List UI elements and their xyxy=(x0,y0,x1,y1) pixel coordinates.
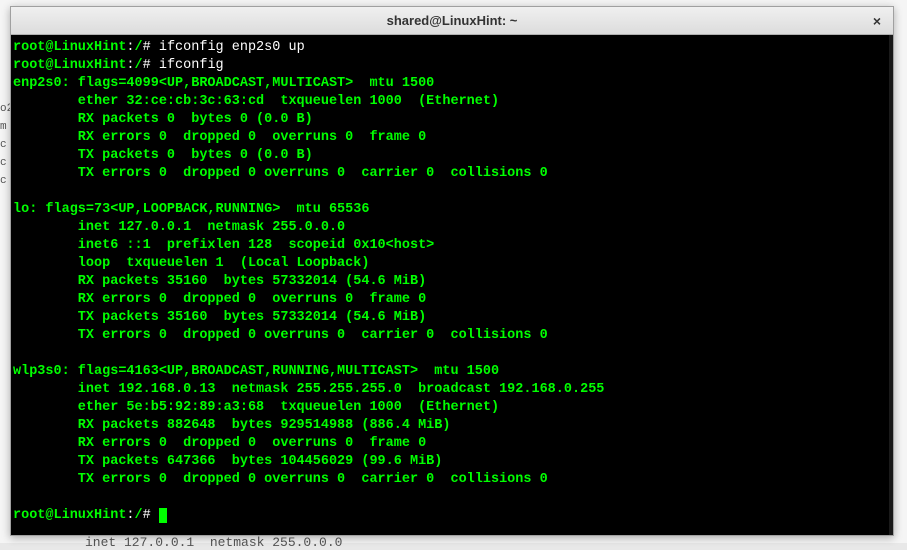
terminal-window: shared@LinuxHint: ~ × root@LinuxHint:/# … xyxy=(10,6,894,536)
prompt-user: root@LinuxHint xyxy=(13,40,126,55)
scrollbar[interactable] xyxy=(889,35,893,535)
iface-enp2s0: enp2s0: flags=4099<UP,BROADCAST,MULTICAS… xyxy=(13,76,434,91)
cursor xyxy=(159,508,167,523)
iface-lo: lo: flags=73<UP,LOOPBACK,RUNNING> mtu 65… xyxy=(13,202,369,217)
close-icon: × xyxy=(873,13,881,29)
iface-wlp3s0: wlp3s0: flags=4163<UP,BROADCAST,RUNNING,… xyxy=(13,364,499,379)
prompt-user: root@LinuxHint xyxy=(13,508,126,523)
terminal-output[interactable]: root@LinuxHint:/# ifconfig enp2s0 up roo… xyxy=(11,35,893,535)
command-text: ifconfig enp2s0 up xyxy=(159,40,305,55)
prompt-user: root@LinuxHint xyxy=(13,58,126,73)
background-partial-text: o2 m c c c xyxy=(0,100,10,190)
close-button[interactable]: × xyxy=(867,11,887,31)
window-titlebar[interactable]: shared@LinuxHint: ~ × xyxy=(11,7,893,35)
command-text: ifconfig xyxy=(159,58,224,73)
window-title: shared@LinuxHint: ~ xyxy=(387,13,518,28)
